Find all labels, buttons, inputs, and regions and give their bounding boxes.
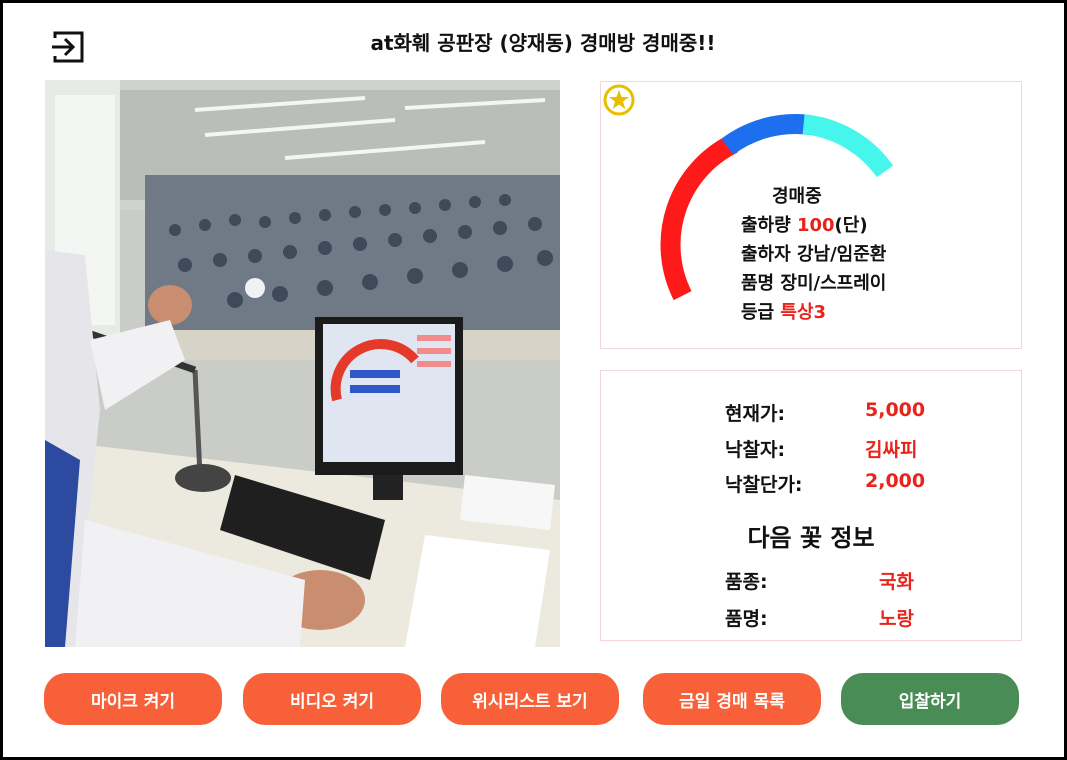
next-name-label: 품명: — [725, 608, 768, 630]
gauge-segment-cyan — [802, 114, 894, 178]
grade-row: 등급 특상3 — [741, 298, 981, 327]
quantity-row: 출하량 100(단) — [741, 211, 981, 240]
gauge-segment-red — [660, 134, 738, 301]
shipper-label: 출하자 — [741, 244, 791, 265]
winning-price-label: 낙찰단가: — [725, 474, 803, 496]
auction-video-feed — [45, 80, 560, 647]
next-variety-value: 국화 — [879, 571, 914, 593]
quantity-unit: (단) — [834, 215, 868, 236]
winner-label: 낙찰자: — [725, 439, 786, 461]
app-frame: at화훼 공판장 (양재동) 경매방 경매중!! 경매중 출하량 100(단) … — [0, 0, 1067, 760]
grade-value: 특상3 — [780, 302, 827, 323]
exit-icon[interactable] — [49, 28, 87, 66]
next-name-value: 노랑 — [879, 608, 914, 630]
gauge-segment-blue — [721, 114, 812, 155]
shipper-value: 강남/임준환 — [796, 244, 887, 265]
video-toggle-button[interactable]: 비디오 켜기 — [243, 673, 421, 725]
page-title: at화훼 공판장 (양재동) 경매방 경매중!! — [370, 31, 716, 55]
auction-status: 경매중 — [772, 186, 822, 207]
current-price-label: 현재가: — [725, 403, 786, 425]
winner-value: 김싸피 — [865, 439, 918, 461]
bid-button[interactable]: 입찰하기 — [841, 673, 1019, 725]
star-icon[interactable] — [603, 84, 635, 116]
next-variety-label: 품종: — [725, 571, 768, 593]
mic-toggle-button[interactable]: 마이크 켜기 — [44, 673, 222, 725]
quantity-value: 100 — [796, 215, 835, 236]
wishlist-button[interactable]: 위시리스트 보기 — [441, 673, 619, 725]
price-info-card: 현재가: 5,000 낙찰자: 김싸피 낙찰단가: 2,000 다음 꽃 정보 … — [600, 370, 1022, 641]
item-label: 품명 — [741, 273, 775, 294]
today-auction-list-button[interactable]: 금일 경매 목록 — [643, 673, 821, 725]
current-price-value: 5,000 — [865, 399, 926, 421]
winning-price-value: 2,000 — [865, 470, 926, 492]
item-row: 품명 장미/스프레이 — [741, 269, 981, 298]
auction-details: 경매중 출하량 100(단) 출하자 강남/임준환 품명 장미/스프레이 등급 … — [741, 182, 981, 327]
grade-label: 등급 — [741, 302, 775, 323]
auction-status-card: 경매중 출하량 100(단) 출하자 강남/임준환 품명 장미/스프레이 등급 … — [600, 81, 1022, 349]
item-value: 장미/스프레이 — [780, 273, 887, 294]
quantity-label: 출하량 — [741, 215, 791, 236]
next-flower-title: 다음 꽃 정보 — [747, 524, 875, 552]
shipper-row: 출하자 강남/임준환 — [741, 240, 981, 269]
